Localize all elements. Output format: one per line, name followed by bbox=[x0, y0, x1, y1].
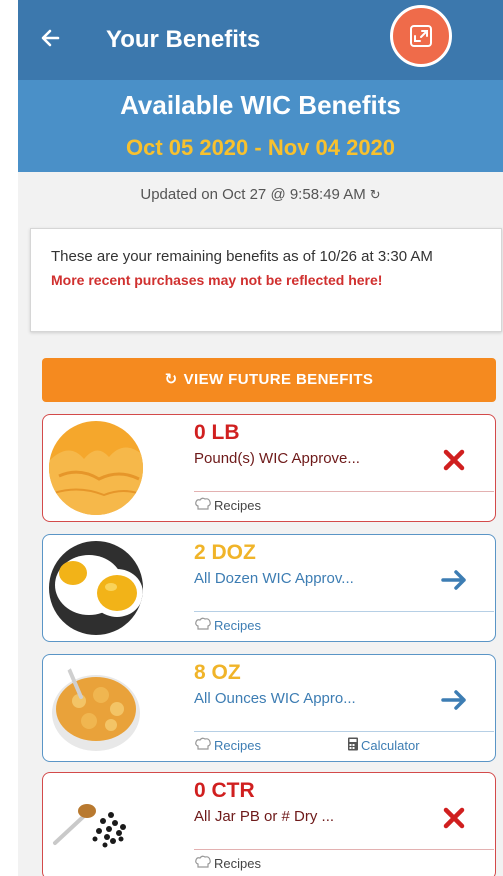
recipes-label: Recipes bbox=[214, 738, 261, 753]
benefit-card[interactable]: 8 OZ All Ounces WIC Appro... Recipes Cal… bbox=[42, 654, 496, 762]
cereal-image bbox=[49, 661, 143, 755]
refresh-icon: ↻ bbox=[164, 371, 178, 388]
chef-hat-icon bbox=[194, 497, 212, 514]
app-screen: Your Benefits Available WIC Benefits Oct… bbox=[18, 0, 503, 876]
chef-hat-icon bbox=[194, 737, 212, 754]
future-button-label: VIEW FUTURE BENEFITS bbox=[183, 371, 374, 388]
eggs-image bbox=[49, 541, 143, 635]
arrow-right-icon[interactable] bbox=[439, 565, 469, 595]
benefit-quantity: 8 OZ bbox=[194, 661, 241, 684]
card-divider bbox=[194, 731, 494, 732]
benefit-card[interactable]: 0 CTR All Jar PB or # Dry ... Recipes bbox=[42, 772, 496, 876]
recipes-label: Recipes bbox=[214, 498, 261, 513]
chef-hat-icon bbox=[194, 617, 212, 634]
refresh-icon[interactable]: ↻ bbox=[370, 187, 381, 203]
notice-warning: More recent purchases may not be reflect… bbox=[51, 272, 383, 288]
recipes-link[interactable]: Recipes bbox=[194, 617, 261, 634]
updated-text: Updated on Oct 27 @ 9:58:49 AM bbox=[140, 186, 366, 203]
card-divider bbox=[194, 611, 494, 612]
recipes-link[interactable]: Recipes bbox=[194, 737, 261, 754]
calculator-link[interactable]: Calculator bbox=[347, 737, 420, 754]
back-arrow-icon[interactable] bbox=[38, 26, 62, 50]
notice-text: These are your remaining benefits as of … bbox=[51, 248, 433, 265]
close-icon[interactable] bbox=[439, 803, 469, 833]
recipes-link[interactable]: Recipes bbox=[194, 855, 261, 872]
remaining-benefits-notice: These are your remaining benefits as of … bbox=[30, 228, 502, 332]
chef-hat-icon bbox=[194, 855, 212, 872]
recipes-link[interactable]: Recipes bbox=[194, 497, 261, 514]
card-divider bbox=[194, 849, 494, 850]
cheese-image bbox=[49, 421, 143, 515]
benefit-description: All Jar PB or # Dry ... bbox=[194, 808, 335, 825]
banner-title: Available WIC Benefits bbox=[120, 90, 401, 120]
beans-image bbox=[49, 779, 143, 873]
arrow-right-icon[interactable] bbox=[439, 685, 469, 715]
expand-button[interactable] bbox=[390, 5, 452, 67]
view-future-benefits-button[interactable]: ↻ VIEW FUTURE BENEFITS bbox=[42, 358, 496, 402]
benefit-quantity: 2 DOZ bbox=[194, 541, 256, 564]
benefit-period: Oct 05 2020 - Nov 04 2020 bbox=[125, 135, 396, 160]
recipes-label: Recipes bbox=[214, 618, 261, 633]
benefit-card[interactable]: 0 LB Pound(s) WIC Approve... Recipes bbox=[42, 414, 496, 522]
benefit-card[interactable]: 2 DOZ All Dozen WIC Approv... Recipes bbox=[42, 534, 496, 642]
benefits-banner: Available WIC Benefits Oct 05 2020 - Nov… bbox=[18, 80, 503, 172]
benefit-quantity: 0 LB bbox=[194, 421, 240, 444]
card-divider bbox=[194, 491, 494, 492]
benefit-quantity: 0 CTR bbox=[194, 779, 255, 802]
benefit-description: Pound(s) WIC Approve... bbox=[194, 450, 360, 467]
expand-icon bbox=[410, 25, 432, 47]
close-icon[interactable] bbox=[439, 445, 469, 475]
calculator-icon bbox=[347, 737, 359, 754]
benefit-description: All Ounces WIC Appro... bbox=[194, 690, 356, 707]
benefit-description: All Dozen WIC Approv... bbox=[194, 570, 354, 587]
calculator-label: Calculator bbox=[361, 738, 420, 753]
top-bar: Your Benefits bbox=[18, 0, 503, 80]
updated-timestamp: Updated on Oct 27 @ 9:58:49 AM ↻ bbox=[18, 186, 503, 203]
page-title: Your Benefits bbox=[106, 26, 261, 53]
recipes-label: Recipes bbox=[214, 856, 261, 871]
